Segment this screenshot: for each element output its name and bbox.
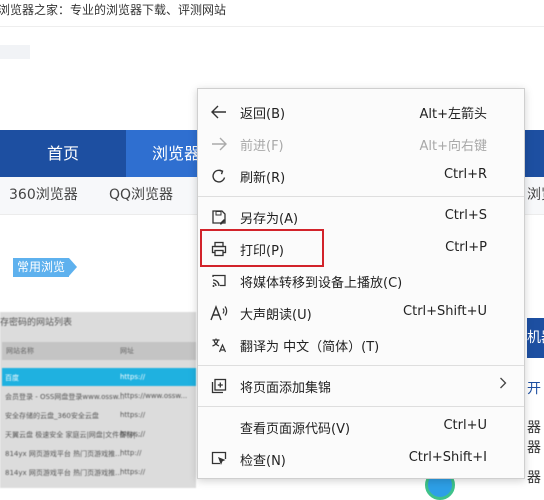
menu-item-shortcut: Ctrl+U [443,418,487,433]
chevron-right-icon [499,377,507,393]
menu-item-label: 翻译为 中文（简体）(T) [240,340,380,355]
context-menu: 返回(B) Alt+左箭头 前进(F) Alt+向右键 刷新(R) Ctrl+R… [197,88,525,479]
read-aloud-icon [210,304,228,322]
menu-item-add-collection[interactable]: 将页面添加集锦 [198,370,524,402]
menu-item-cast-media[interactable]: 将媒体转移到设备上播放(C) [198,265,524,297]
menu-item-back[interactable]: 返回(B) Alt+左箭头 [198,96,524,128]
menu-separator [198,406,524,407]
site-title: 浏览器之家：专业的浏览器下载、评测网站 [0,3,227,17]
menu-item-shortcut: Ctrl+R [443,167,487,182]
cast-media-icon [210,272,228,290]
menu-item-label: 将媒体转移到设备上播放(C) [240,276,403,291]
menu-item-translate[interactable]: 翻译为 中文（简体）(T) [198,329,524,361]
row-url: http:// [120,449,142,457]
table-row: 会员登录 - OSS网盘登录www.ossw... https://www.os… [2,389,196,405]
right-text: 器 [527,420,541,436]
right-text: 器 [527,440,541,456]
table-row: 安全存储的云盘_360安全云盘 https:// [2,408,196,424]
menu-item-shortcut: Ctrl+Shift+U [403,304,487,319]
right-text: 器 [527,470,541,486]
translate-icon [210,336,228,354]
section-tag: 常用浏览 [13,258,78,277]
refresh-icon [210,167,228,185]
forward-arrow-icon [210,135,228,153]
inspect-icon [210,450,228,468]
screenshot-table-header: 网站名称 网址 [2,342,196,360]
row-name: 百度 [5,374,19,382]
menu-item-label: 查看页面源代码(V) [240,422,351,437]
table-row: 814yx 网页游戏平台 热门页游戏推... http:// [2,446,196,462]
save-as-icon [210,208,228,226]
menu-separator [198,196,524,197]
menu-item-shortcut: Alt+左箭头 [419,107,488,122]
menu-item-label: 返回(B) [240,107,286,122]
menu-item-shortcut: Ctrl+P [445,240,487,255]
row-url: https:// [120,373,146,381]
subnav-more[interactable]: 浏览 [527,177,544,214]
table-row: 天翼云盘 极速安全 家庭云|网盘|文件备份|... https:// [2,427,196,443]
menu-item-shortcut: Alt+向右键 [419,139,488,154]
row-url: https:// [120,411,146,419]
header-divider [0,26,544,27]
menu-item-label: 大声朗读(U) [240,308,312,323]
row-url: https://www.ossw... [120,392,188,400]
row-name: 会员登录 - OSS网盘登录www.ossw... [5,393,125,401]
add-collection-icon [210,377,228,395]
menu-item-shortcut: Ctrl+S [444,208,487,223]
menu-item-inspect[interactable]: 检查(N) Ctrl+Shift+I [198,443,524,475]
screenshot-title: 存密码的网站列表 [0,318,73,328]
row-name: 安全存储的云盘_360安全云盘 [5,412,99,420]
table-row: 814yx 网页游戏平台 热门页游戏推... https:// [2,465,196,481]
subnav-360-browser[interactable]: 360浏览器 [9,177,78,214]
menu-item-label: 前进(F) [240,139,284,154]
menu-item-refresh[interactable]: 刷新(R) Ctrl+R [198,160,524,192]
screenshot-col-url: 网址 [120,347,134,355]
nav-home[interactable]: 首页 [0,130,126,177]
menu-item-label: 检查(N) [240,454,286,469]
row-name: 814yx 网页游戏平台 热门页游戏推... [5,469,122,477]
menu-item-shortcut: Ctrl+Shift+I [408,450,487,465]
row-name: 814yx 网页游戏平台 热门页游戏推... [5,450,122,458]
menu-item-view-source[interactable]: 查看页面源代码(V) Ctrl+U [198,411,524,443]
row-url: https:// [120,468,146,476]
right-link[interactable]: 开 [527,378,541,398]
right-banner-text: 机器 [527,330,544,346]
subnav-qq-browser[interactable]: QQ浏览器 [109,177,173,214]
menu-separator [198,365,524,366]
menu-item-label: 另存为(A) [240,212,299,227]
menu-item-read-aloud[interactable]: 大声朗读(U) Ctrl+Shift+U [198,297,524,329]
menu-item-label: 将页面添加集锦 [240,381,332,396]
menu-item-forward[interactable]: 前进(F) Alt+向右键 [198,128,524,160]
screenshot-col-name: 网站名称 [6,347,34,355]
table-row: 百度 https:// [2,370,196,386]
site-logo [0,45,30,59]
back-arrow-icon [210,103,228,121]
article-screenshot: 存密码的网站列表 网站名称 网址 百度 https:// 会员登录 - OSS网… [0,312,196,488]
menu-item-label: 刷新(R) [240,171,286,186]
nav-browser[interactable]: 浏览器 [126,130,206,177]
print-highlight-box [200,229,324,267]
row-url: https:// [120,430,146,438]
